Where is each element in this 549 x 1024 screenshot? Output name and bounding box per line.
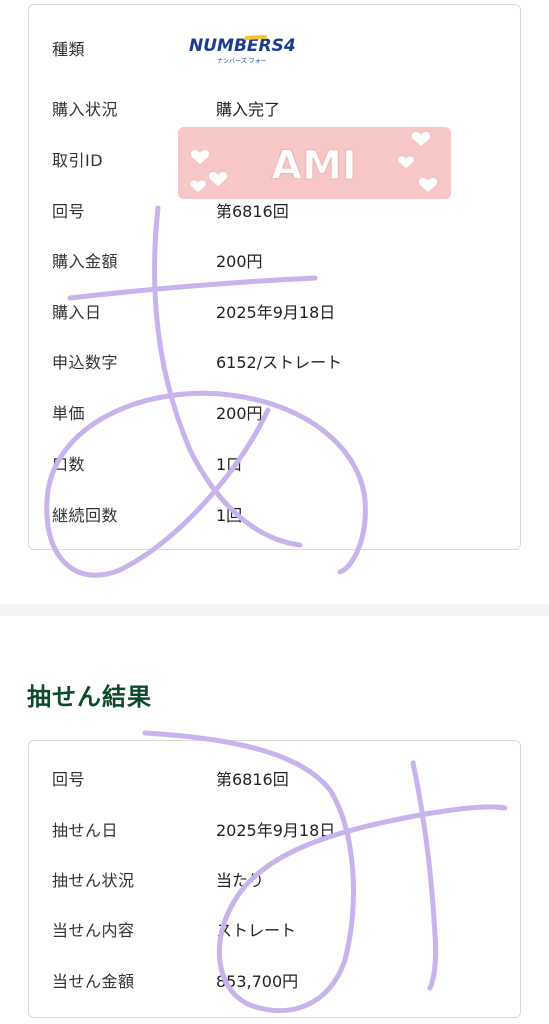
row-unit-price: 単価 200円 (29, 397, 520, 427)
continuation-count-value: 1回 (216, 506, 243, 525)
unit-price-value: 200円 (216, 404, 263, 423)
result-draw-number-label: 回号 (52, 770, 86, 789)
prize-type-value: ストレート (216, 921, 297, 940)
sticker-text: AMI (271, 143, 357, 189)
row-draw-date: 抽せん日 2025年9月18日 (29, 814, 520, 844)
unit-price-label: 単価 (52, 404, 86, 423)
draw-result-card: 回号 第6816回 抽せん日 2025年9月18日 抽せん状況 当たり 当せん内… (28, 740, 521, 1018)
row-result-draw-number: 回号 第6816回 (29, 763, 520, 793)
purchase-amount-label: 購入金額 (52, 252, 119, 271)
row-purchase-date: 購入日 2025年9月18日 (29, 296, 520, 326)
transaction-id-label: 取引ID (52, 151, 104, 170)
result-draw-number-value: 第6816回 (216, 770, 289, 789)
draw-status-label: 抽せん状況 (52, 871, 135, 890)
purchase-status-label: 購入状況 (52, 100, 119, 119)
logo-subtext: ナンバーズ フォー (217, 57, 267, 65)
purchase-status-value: 購入完了 (216, 100, 281, 119)
row-units: 口数 1口 (29, 448, 520, 478)
type-label: 種類 (52, 40, 86, 59)
draw-status-value: 当たり (216, 871, 265, 890)
draw-number-label: 回号 (52, 202, 86, 221)
purchase-date-value: 2025年9月18日 (216, 303, 336, 322)
units-label: 口数 (52, 455, 86, 474)
row-purchase-status: 購入状況 購入完了 (29, 93, 520, 123)
row-applied-numbers: 申込数字 6152/ストレート (29, 346, 520, 376)
prize-amount-value: 853,700円 (216, 972, 299, 991)
section-separator (0, 604, 549, 616)
applied-numbers-label: 申込数字 (52, 353, 119, 372)
row-draw-status: 抽せん状況 当たり (29, 864, 520, 894)
draw-date-value: 2025年9月18日 (216, 821, 336, 840)
purchase-date-label: 購入日 (52, 303, 102, 322)
applied-numbers-value: 6152/ストレート (216, 353, 343, 372)
purchase-details-card: 種類 購入状況 購入完了 取引ID 回号 第6816回 購入金額 200円 購入… (28, 4, 521, 550)
prize-amount-label: 当せん金額 (52, 972, 135, 991)
ami-sticker: AMI (178, 127, 451, 199)
prize-type-label: 当せん内容 (52, 921, 135, 940)
continuation-count-label: 継続回数 (52, 506, 119, 525)
row-prize-type: 当せん内容 ストレート (29, 914, 520, 944)
purchase-amount-value: 200円 (216, 252, 263, 271)
numbers4-logo: NUMBERS4 ナンバーズ フォー (189, 35, 296, 65)
row-continuation-count: 継続回数 1回 (29, 499, 520, 529)
units-value: 1口 (216, 455, 243, 474)
draw-date-label: 抽せん日 (52, 821, 119, 840)
result-section-title: 抽せん結果 (27, 683, 152, 711)
logo-text: NUMBERS4 (189, 36, 296, 56)
row-prize-amount: 当せん金額 853,700円 (29, 965, 520, 995)
row-purchase-amount: 購入金額 200円 (29, 245, 520, 275)
